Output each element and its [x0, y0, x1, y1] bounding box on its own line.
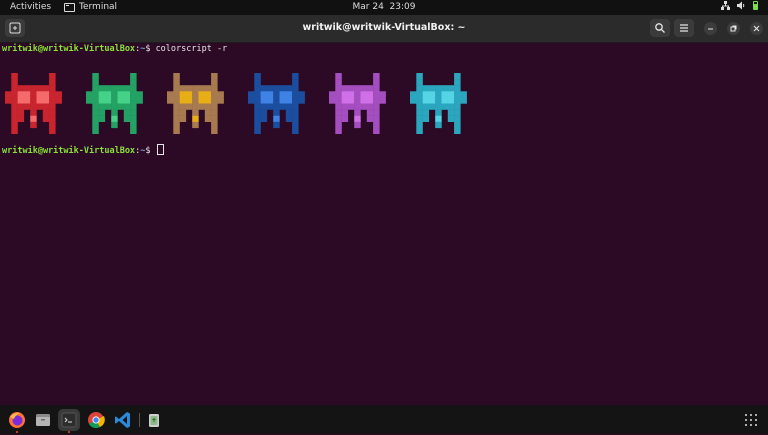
network-icon: [721, 1, 730, 10]
close-button[interactable]: [750, 22, 763, 35]
terminal-icon: [61, 412, 77, 428]
dock-separator: [139, 413, 140, 427]
menu-button[interactable]: [674, 19, 694, 37]
running-indicator: [16, 431, 18, 433]
text-cursor: [156, 144, 164, 155]
dock-chrome[interactable]: [85, 409, 107, 431]
dock-trash[interactable]: [143, 409, 165, 431]
invader-sprite: [248, 73, 305, 134]
volume-icon: [737, 1, 745, 10]
trash-icon: [149, 414, 159, 427]
minimize-button[interactable]: [704, 22, 717, 35]
close-icon: [753, 25, 760, 32]
hamburger-icon: [680, 24, 688, 32]
invader-sprite: [410, 73, 467, 134]
restore-icon: [730, 25, 737, 32]
top-bar: Activities Terminal Mar 24 23:09: [0, 0, 768, 15]
date-label: Mar 24: [352, 2, 384, 12]
clock[interactable]: Mar 24 23:09: [0, 2, 768, 12]
invader-sprite: [167, 73, 224, 134]
current-prompt-line: writwik@writwik-VirtualBox:~$: [2, 144, 164, 156]
dock: [0, 405, 768, 434]
command-line: writwik@writwik-VirtualBox:~$ colorscrip…: [2, 44, 228, 54]
prompt-path: ~: [140, 44, 146, 54]
dock-firefox[interactable]: [6, 409, 28, 431]
firefox-icon: [9, 412, 25, 428]
system-tray[interactable]: [721, 1, 758, 10]
search-icon: [655, 23, 665, 33]
files-icon: [36, 414, 50, 426]
vscode-icon: [115, 412, 130, 428]
prompt-path: ~: [140, 146, 146, 156]
prompt-user: writwik@writwik-VirtualBox: [2, 146, 136, 156]
dock-terminal[interactable]: [58, 409, 80, 431]
show-apps-button[interactable]: [745, 414, 757, 426]
running-indicator: [68, 431, 70, 433]
terminal-view[interactable]: writwik@writwik-VirtualBox:~$ colorscrip…: [0, 43, 768, 405]
dock-vscode[interactable]: [112, 409, 134, 431]
invader-sprite: [5, 73, 62, 134]
maximize-button[interactable]: [727, 22, 740, 35]
search-button[interactable]: [650, 19, 670, 37]
invader-sprite: [86, 73, 143, 134]
prompt-user: writwik@writwik-VirtualBox: [2, 44, 136, 54]
battery-icon: [753, 1, 758, 10]
dock-files[interactable]: [32, 409, 54, 431]
minimize-icon: [708, 28, 713, 30]
command-text: colorscript -r: [155, 44, 228, 54]
chrome-icon: [88, 412, 105, 429]
invader-sprite: [329, 73, 386, 134]
time-label: 23:09: [389, 2, 416, 12]
window-header: writwik@writwik-VirtualBox: ~: [0, 15, 768, 43]
